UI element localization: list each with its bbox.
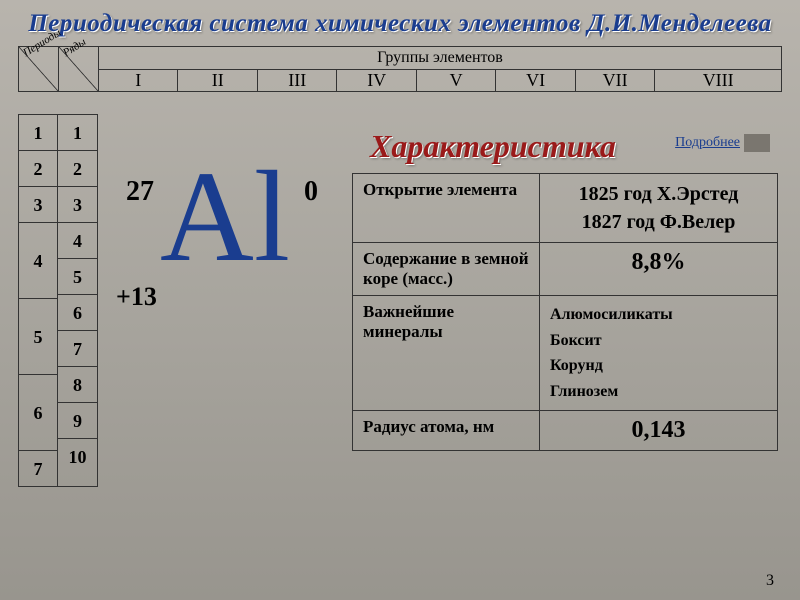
characteristic-title: Характеристика <box>370 128 616 165</box>
period-cell: 7 <box>19 450 57 486</box>
group-2: II <box>178 70 257 91</box>
radius-label: Радиус атома, нм <box>353 411 540 451</box>
header-bar: Периоды Ряды Группы элементов I II III I… <box>18 46 782 92</box>
row-cell: 7 <box>58 330 97 366</box>
periods-header-cell: Периоды <box>19 47 59 91</box>
row-cell: 9 <box>58 402 97 438</box>
period-cell: 6 <box>19 374 57 450</box>
group-8: VIII <box>655 70 781 91</box>
periods-column: 1 2 3 4 5 6 7 <box>18 114 58 487</box>
side-columns: 1 2 3 4 5 6 7 1 2 3 4 5 6 7 8 9 10 <box>18 114 98 487</box>
mineral-item: Глинозем <box>550 379 767 405</box>
group-5: V <box>417 70 496 91</box>
period-cell: 2 <box>19 150 57 186</box>
group-1: I <box>99 70 178 91</box>
row-cell: 10 <box>58 438 97 474</box>
group-3: III <box>258 70 337 91</box>
discovery-line-2: 1827 год Ф.Велер <box>550 208 767 236</box>
more-link[interactable]: Подробнее <box>675 134 770 152</box>
group-7: VII <box>576 70 655 91</box>
element-mass: 27 <box>126 176 154 208</box>
row-cell: 6 <box>58 294 97 330</box>
info-table: Открытие элемента 1825 год Х.Эрстед 1827… <box>352 173 778 451</box>
table-row: Радиус атома, нм 0,143 <box>353 411 778 451</box>
rows-header-cell: Ряды <box>59 47 99 91</box>
row-cell: 1 <box>58 114 97 150</box>
discovery-label: Открытие элемента <box>353 174 540 243</box>
groups-title: Группы элементов <box>99 47 781 70</box>
rows-column: 1 2 3 4 5 6 7 8 9 10 <box>58 114 98 487</box>
element-oxidation: 0 <box>304 176 318 208</box>
period-cell: 1 <box>19 114 57 150</box>
page-number: 3 <box>766 572 774 590</box>
mineral-item: Корунд <box>550 353 767 379</box>
group-6: VI <box>496 70 575 91</box>
period-cell: 5 <box>19 298 57 374</box>
element-charge: +13 <box>116 282 157 312</box>
row-cell: 8 <box>58 366 97 402</box>
row-cell: 5 <box>58 258 97 294</box>
table-row: Открытие элемента 1825 год Х.Эрстед 1827… <box>353 174 778 243</box>
discovery-value: 1825 год Х.Эрстед 1827 год Ф.Велер <box>540 174 778 243</box>
minerals-value: Алюмосиликаты Боксит Корунд Глинозем <box>540 296 778 411</box>
table-row: Важнейшие минералы Алюмосиликаты Боксит … <box>353 296 778 411</box>
discovery-line-1: 1825 год Х.Эрстед <box>550 180 767 208</box>
minerals-label: Важнейшие минералы <box>353 296 540 411</box>
page-title: Периодическая система химических элемент… <box>0 0 800 46</box>
table-row: Содержание в земной коре (масс.) 8,8% <box>353 243 778 296</box>
row-cell: 3 <box>58 186 97 222</box>
crust-value: 8,8% <box>540 243 778 296</box>
mineral-item: Алюмосиликаты <box>550 302 767 328</box>
groups-header: Группы элементов I II III IV V VI VII VI… <box>99 47 781 91</box>
group-4: IV <box>337 70 416 91</box>
mineral-item: Боксит <box>550 328 767 354</box>
period-cell: 3 <box>19 186 57 222</box>
groups-row: I II III IV V VI VII VIII <box>99 70 781 91</box>
element-box: 27 0 Al +13 <box>118 170 318 340</box>
crust-label: Содержание в земной коре (масс.) <box>353 243 540 296</box>
row-cell: 4 <box>58 222 97 258</box>
element-symbol: Al <box>160 142 290 292</box>
radius-value: 0,143 <box>540 411 778 451</box>
period-cell: 4 <box>19 222 57 298</box>
row-cell: 2 <box>58 150 97 186</box>
